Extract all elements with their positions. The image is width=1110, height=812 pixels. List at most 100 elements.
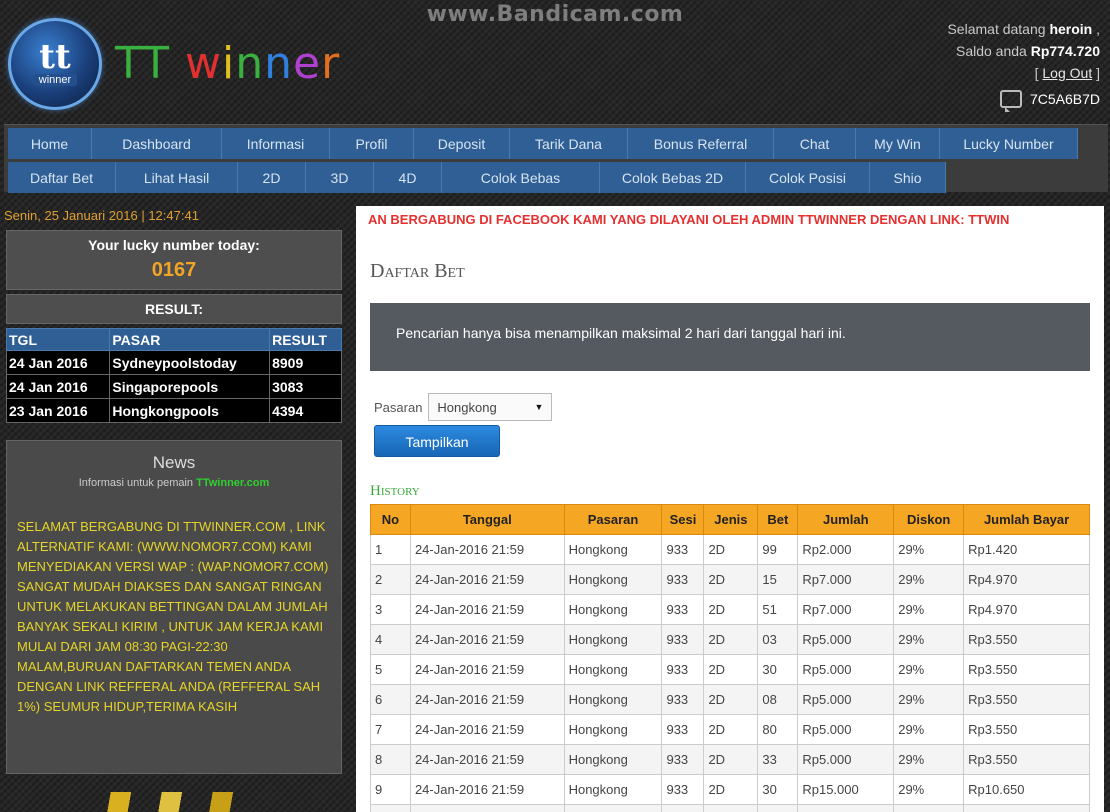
nav-item-tarik-dana[interactable]: Tarik Dana — [510, 128, 628, 159]
history-cell: 24-Jan-2016 21:59 — [409, 594, 565, 625]
history-cell: Rp3.550 — [963, 684, 1090, 715]
history-cell: Rp4.970 — [963, 594, 1090, 625]
balance-line: Saldo anda Rp774.720 — [955, 43, 1100, 59]
result-table: TGL PASAR RESULT 24 Jan 2016 Sydneypoolstod… — [5, 328, 342, 423]
nav-item-home[interactable]: Home — [8, 128, 92, 159]
history-cell: Hongkong — [563, 744, 663, 775]
history-cell: Rp3.550 — [963, 624, 1090, 655]
history-cell: 9 — [370, 774, 411, 805]
history-cell: 2D — [703, 534, 759, 565]
history-body: 1 24-Jan-2016 21:59 Hongkong 933 2D 99 Rp2.000… — [370, 534, 1090, 812]
result-cell: Singaporepools — [109, 374, 271, 399]
history-cell: 29% — [893, 564, 965, 595]
nav-item-colok-bebas-2d[interactable]: Colok Bebas 2D — [600, 162, 746, 193]
nav-item-informasi[interactable]: Informasi — [222, 128, 330, 159]
nav-item-chat[interactable]: Chat — [774, 128, 856, 159]
history-cell: 2D — [703, 654, 759, 685]
history-cell: 30 — [757, 774, 799, 805]
history-cell: 29% — [893, 744, 965, 775]
table-row: 8 24-Jan-2016 21:59 Hongkong 933 2D 33 Rp5.000… — [370, 744, 1090, 775]
history-cell: Hongkong — [563, 684, 663, 715]
history-cell: Hongkong — [563, 624, 663, 655]
history-cell: 51 — [757, 594, 799, 625]
history-cell: Rp5.000 — [797, 744, 895, 775]
history-cell: 80 — [757, 714, 799, 745]
history-cell: 2D — [703, 684, 759, 715]
history-cell: 6 — [370, 684, 411, 715]
history-cell: Hongkong — [563, 714, 663, 745]
history-cell: 29% — [893, 654, 965, 685]
history-cell: 24-Jan-2016 21:59 — [409, 804, 565, 812]
logo-letter: n — [235, 38, 265, 89]
pasaran-selected: Hongkong — [437, 399, 497, 415]
nav-item-deposit[interactable]: Deposit — [414, 128, 510, 159]
recording-watermark: www.Bandicam.com — [426, 2, 684, 27]
nav-item-bonus-referral[interactable]: Bonus Referral — [628, 128, 774, 159]
history-header-cell: Jenis — [703, 504, 759, 535]
history-cell: 933 — [661, 624, 705, 655]
logo-badge[interactable]: tt winner — [8, 18, 102, 110]
history-cell: 10 — [370, 804, 411, 812]
nav-item-my-win[interactable]: My Win — [856, 128, 940, 159]
result-cell: Hongkongpools — [109, 398, 271, 423]
logout-link[interactable]: Log Out — [1042, 65, 1092, 81]
result-header-row: TGL PASAR RESULT — [5, 328, 342, 351]
code-row: 7C5A6B7D — [947, 88, 1100, 112]
site-logo-text[interactable]: TT winner — [115, 38, 340, 89]
result-cell: 24 Jan 2016 — [5, 374, 111, 399]
result-cell: 8909 — [269, 350, 342, 375]
history-cell: Rp5.000 — [797, 624, 895, 655]
news-title: News — [152, 453, 196, 472]
history-cell: 7 — [370, 714, 411, 745]
dropdown-arrow-icon: ▼ — [534, 402, 544, 412]
history-cell: 2D — [703, 774, 759, 805]
history-cell: Rp10.650 — [963, 774, 1090, 805]
nav-item-lihat-hasil[interactable]: Lihat Hasil — [116, 162, 238, 193]
history-header-cell: Tanggal — [409, 504, 565, 535]
history-cell: 24-Jan-2016 21:59 — [409, 564, 565, 595]
history-cell: Rp1.420 — [963, 534, 1090, 565]
history-cell: Rp15.000 — [797, 774, 895, 805]
nav-item-daftar-bet[interactable]: Daftar Bet — [8, 162, 116, 193]
nav-item-shio[interactable]: Shio — [870, 162, 946, 193]
nav-item-2d[interactable]: 2D — [238, 162, 306, 193]
history-cell: Rp2.000 — [797, 534, 895, 565]
history-cell: 24-Jan-2016 21:59 — [409, 714, 565, 745]
show-button[interactable]: Tampilkan — [374, 425, 500, 457]
history-cell: 1 — [370, 534, 411, 565]
nav-row-2: Daftar Bet Lihat Hasil 2D 3D 4D Colok Bebas Co… — [4, 162, 1108, 193]
history-header-cell: Jumlah Bayar — [963, 504, 1090, 535]
history-cell: 24-Jan-2016 21:59 — [409, 684, 565, 715]
nav-item-4d[interactable]: 4D — [374, 162, 442, 193]
user-code: 7C5A6B7D — [1029, 91, 1100, 107]
history-header-cell: Pasaran — [563, 504, 663, 535]
logo-letter: e — [293, 38, 322, 89]
nav-item-colok-posisi[interactable]: Colok Posisi — [746, 162, 870, 193]
history-cell: 33 — [757, 744, 799, 775]
nav-item-lucky-number[interactable]: Lucky Number — [940, 128, 1078, 159]
user-info: Selamat datang heroin , Saldo anda Rp774… — [947, 18, 1100, 112]
chat-icon[interactable] — [999, 90, 1022, 112]
nav-item-profil[interactable]: Profil — [330, 128, 414, 159]
history-cell: 5 — [370, 654, 411, 685]
pasaran-select[interactable]: Hongkong ▼ — [428, 393, 553, 421]
history-cell: 933 — [661, 654, 705, 685]
history-table: No Tanggal Pasaran Sesi Jenis Bet Jumlah Diskon… — [370, 504, 1090, 812]
balance-value: Rp774.720 — [1030, 43, 1100, 59]
history-cell: 2D — [703, 744, 759, 775]
news-panel: News Informasi untuk pemain TTwinner.com… — [6, 440, 342, 774]
history-cell: Rp5.000 — [797, 654, 895, 685]
history-cell: Rp3.550 — [963, 744, 1090, 775]
page-title: Daftar Bet — [370, 260, 465, 282]
history-cell: 24-Jan-2016 21:59 — [409, 744, 565, 775]
result-cell: 3083 — [269, 374, 342, 399]
history-cell: 34 — [757, 804, 799, 812]
history-cell: 24-Jan-2016 21:59 — [409, 624, 565, 655]
bottom-decoration — [70, 792, 270, 812]
result-header-cell: TGL — [5, 328, 111, 351]
news-site-link[interactable]: TTwinner.com — [196, 477, 269, 489]
nav-item-dashboard[interactable]: Dashboard — [92, 128, 222, 159]
nav-item-colok-bebas[interactable]: Colok Bebas — [442, 162, 600, 193]
nav-item-3d[interactable]: 3D — [306, 162, 374, 193]
news-subtitle: Informasi untuk pemain TTwinner.com — [78, 477, 270, 489]
